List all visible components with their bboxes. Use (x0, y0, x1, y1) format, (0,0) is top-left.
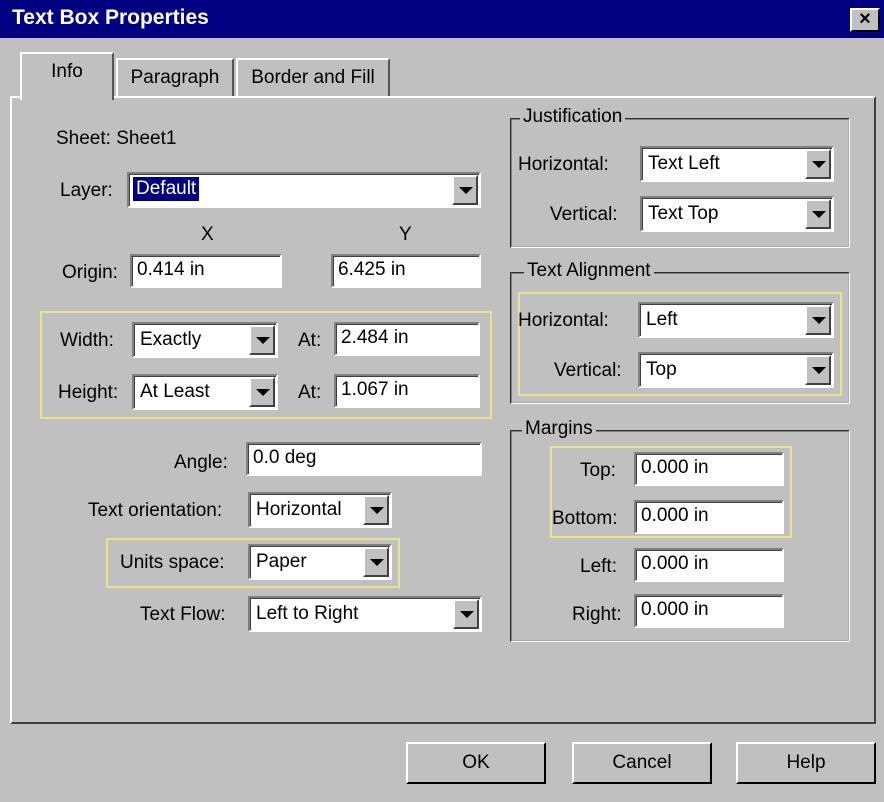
chevron-down-icon[interactable] (805, 199, 831, 229)
tab-border-and-fill[interactable]: Border and Fill (236, 58, 390, 96)
margin-right-input[interactable]: 0.000 in (634, 594, 784, 628)
tab-paragraph-label: Paragraph (130, 67, 220, 88)
justification-horizontal-label: Horizontal: (518, 154, 609, 175)
y-header: Y (399, 224, 412, 245)
justification-vertical-select[interactable]: Text Top (640, 196, 834, 232)
close-icon: × (859, 8, 871, 30)
margin-left-input[interactable]: 0.000 in (634, 548, 784, 582)
x-header: X (201, 224, 214, 245)
justification-horizontal-select[interactable]: Text Left (640, 146, 834, 182)
angle-label: Angle: (174, 452, 228, 473)
text-alignment-title: Text Alignment (524, 260, 654, 282)
layer-label: Layer: (60, 180, 113, 201)
layer-value: Default (133, 177, 200, 201)
tab-info-label: Info (51, 61, 83, 82)
units-space-select[interactable]: Paper (248, 544, 392, 580)
margin-top-label: Top: (580, 460, 616, 481)
width-input[interactable]: 2.484 in (334, 322, 480, 356)
ok-button[interactable]: OK (406, 742, 546, 784)
text-orientation-label: Text orientation: (88, 500, 223, 521)
height-mode-select[interactable]: At Least (132, 374, 278, 410)
justification-vertical-value: Text Top (648, 203, 719, 224)
margin-right-label: Right: (572, 604, 622, 625)
text-alignment-horizontal-select[interactable]: Left (638, 302, 834, 338)
justification-title: Justification (520, 106, 626, 128)
title-bar: Text Box Properties × (0, 0, 884, 38)
units-space-value: Paper (256, 551, 307, 572)
sheet-label: Sheet: Sheet1 (56, 128, 177, 149)
text-flow-label: Text Flow: (140, 604, 226, 625)
units-space-label: Units space: (120, 552, 225, 573)
text-alignment-horizontal-value: Left (646, 309, 678, 330)
origin-y-input[interactable]: 6.425 in (331, 254, 481, 288)
justification-horizontal-value: Text Left (648, 153, 720, 174)
text-alignment-vertical-select[interactable]: Top (638, 352, 834, 388)
layer-select[interactable]: Default (127, 172, 481, 208)
text-alignment-horizontal-label: Horizontal: (518, 310, 609, 331)
height-input[interactable]: 1.067 in (334, 374, 480, 408)
chevron-down-icon[interactable] (805, 149, 831, 179)
tab-paragraph[interactable]: Paragraph (116, 58, 234, 96)
text-orientation-select[interactable]: Horizontal (248, 492, 392, 528)
height-label: Height: (58, 382, 119, 403)
origin-label: Origin: (62, 262, 118, 283)
chevron-down-icon[interactable] (249, 325, 275, 355)
cancel-button[interactable]: Cancel (572, 742, 712, 784)
margin-bottom-input[interactable]: 0.000 in (634, 500, 784, 534)
text-flow-value: Left to Right (256, 603, 359, 624)
height-at-label: At: (298, 382, 322, 403)
origin-x-input[interactable]: 0.414 in (130, 254, 282, 288)
margin-top-input[interactable]: 0.000 in (634, 452, 784, 486)
chevron-down-icon[interactable] (805, 305, 831, 335)
width-mode-select[interactable]: Exactly (132, 322, 278, 358)
chevron-down-icon[interactable] (363, 495, 389, 525)
margin-bottom-label: Bottom: (552, 508, 618, 529)
text-flow-select[interactable]: Left to Right (248, 596, 482, 632)
help-button[interactable]: Help (736, 742, 876, 784)
chevron-down-icon[interactable] (452, 175, 478, 205)
window-title: Text Box Properties (12, 6, 209, 29)
width-label: Width: (60, 330, 114, 351)
width-at-label: At: (298, 330, 322, 351)
justification-vertical-label: Vertical: (550, 204, 618, 225)
chevron-down-icon[interactable] (453, 599, 479, 629)
margin-left-label: Left: (580, 556, 617, 577)
text-alignment-vertical-label: Vertical: (554, 360, 622, 381)
height-mode-value: At Least (140, 381, 210, 402)
close-button[interactable]: × (850, 8, 880, 32)
text-orientation-value: Horizontal (256, 499, 342, 520)
angle-input[interactable]: 0.0 deg (246, 442, 482, 476)
tab-border-and-fill-label: Border and Fill (251, 67, 375, 88)
chevron-down-icon[interactable] (805, 355, 831, 385)
chevron-down-icon[interactable] (249, 377, 275, 407)
text-alignment-vertical-value: Top (646, 359, 677, 380)
chevron-down-icon[interactable] (363, 547, 389, 577)
margins-title: Margins (522, 418, 596, 440)
tab-info[interactable]: Info (20, 52, 114, 100)
width-mode-value: Exactly (140, 329, 202, 350)
